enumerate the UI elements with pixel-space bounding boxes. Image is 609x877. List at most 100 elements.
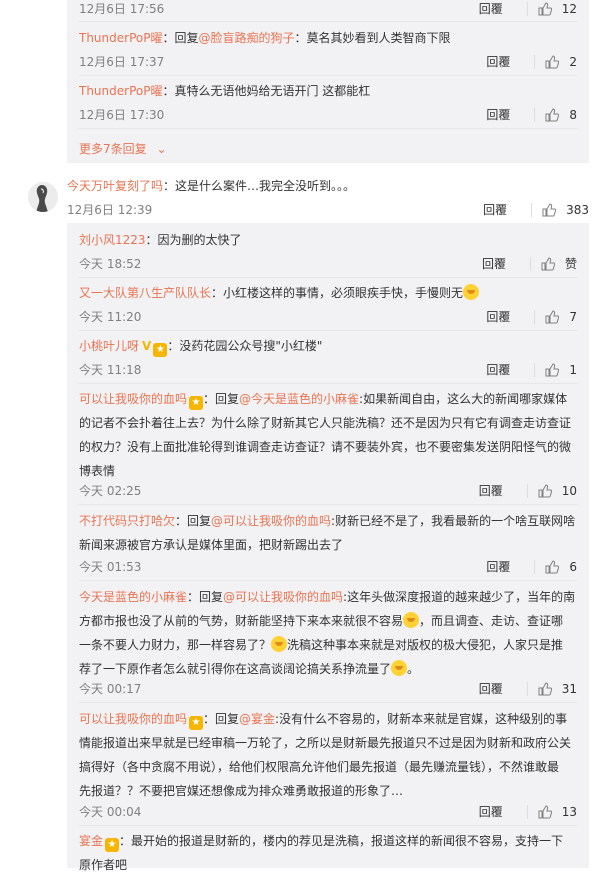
more-replies-link[interactable]: 更多7条回复 ⌄: [79, 140, 577, 157]
reply-button[interactable]: 回覆: [486, 308, 510, 325]
like-button[interactable]: 10: [538, 484, 577, 498]
sub-comment-meta: 12月6日 17:30 回覆 8: [79, 106, 577, 122]
comment-text-line: 搞得好（各中贪腐不用说），给他们权限高允许他们最先报道（最先赚流量钱），不然谁敢…: [79, 760, 560, 774]
like-count: 31: [561, 681, 577, 696]
comment-text-line: 洗稿这种事本来就是对版权的极大侵犯，人家只是推: [287, 638, 564, 652]
user-nickname[interactable]: 今天是蓝色的小麻雀: [79, 590, 187, 604]
divider: [79, 330, 577, 331]
reply-button[interactable]: 回覆: [479, 803, 503, 820]
reply-button[interactable]: 回覆: [486, 106, 510, 123]
like-button[interactable]: 31: [538, 682, 577, 696]
sub-comment-meta: 今天 11:18 回覆 1: [79, 361, 577, 377]
comment-time: 12月6日 17:37: [79, 55, 165, 69]
comment-text-line: 先报道？？不要把官媒还想像成为排众难勇敢报道的形象了…: [79, 784, 404, 798]
sub-comment-meta: 今天 11:20 回覆 7: [79, 308, 577, 324]
comment-time: 今天 18:52: [79, 257, 142, 271]
mention-link[interactable]: @脸盲路痴的狗子: [198, 31, 294, 45]
avatar[interactable]: [28, 182, 58, 212]
comment-time: 今天 02:25: [79, 484, 142, 498]
like-count: 13: [561, 804, 577, 819]
divider: [79, 21, 577, 22]
divider: [534, 559, 536, 574]
user-nickname[interactable]: 可以让我吸你的血吗: [79, 712, 187, 726]
like-button[interactable]: 13: [538, 805, 577, 819]
user-nickname[interactable]: 刘小风1223: [79, 233, 146, 247]
user-nickname[interactable]: 不打代码只打哈欠: [79, 514, 175, 528]
mention-link[interactable]: @今天是蓝色的小麻雀: [239, 392, 359, 406]
user-nickname[interactable]: 今天万叶复刻了吗: [67, 179, 163, 193]
like-button[interactable]: 7: [545, 310, 577, 324]
like-button[interactable]: 1: [545, 363, 577, 377]
reply-prefix: ：回复: [203, 392, 240, 406]
comment-text-line: 博表情: [79, 464, 116, 478]
like-button[interactable]: 8: [545, 108, 577, 122]
more-replies-label[interactable]: 更多7条回复: [79, 142, 147, 156]
divider: [534, 362, 536, 377]
like-button[interactable]: 12: [538, 2, 577, 16]
comment-text-line: 原作者吧: [79, 858, 128, 872]
like-button[interactable]: 6: [545, 560, 577, 574]
divider: [79, 75, 577, 76]
sub-comment: 刘小风1223：因为删的太快了: [79, 229, 577, 251]
reply-button[interactable]: 回覆: [483, 201, 507, 218]
member-badge-icon: ★: [189, 396, 204, 410]
member-badge-icon: ★: [105, 838, 120, 852]
comment-text: ：莫名其妙看到人类智商下限: [294, 31, 451, 45]
user-nickname[interactable]: 小桃叶儿呀: [79, 339, 139, 353]
sub-comment: 可以让我吸你的血吗 ★ ：回复@今天是蓝色的小麻雀:如果新闻自由，这么大的新闻哪家媒…: [79, 387, 577, 483]
reply-button[interactable]: 回覆: [486, 361, 510, 378]
mention-link[interactable]: @可以让我吸你的血吗: [211, 514, 331, 528]
divider: [526, 1, 528, 16]
comment-text: :没有什么不容易的，财新本来就是官媒，这种级别的事: [275, 712, 568, 726]
vip-badge-icon: V: [142, 339, 152, 353]
user-nickname[interactable]: ThunderPoP曜: [79, 31, 162, 45]
main-comment-meta: 12月6日 12:39 回覆 383: [67, 201, 589, 217]
mention-link[interactable]: @可以让我吸你的血吗: [223, 590, 343, 604]
comment-text-line: 的记者不会扑着往上去？为什么除了财新其它人只能洗稿？还不是因为只有它有调查走访查…: [79, 416, 572, 430]
reply-prefix: ：回复: [175, 514, 212, 528]
sub-comment-meta: 今天 02:25 回覆 10: [79, 482, 577, 498]
reply-button[interactable]: 回覆: [479, 0, 503, 17]
like-count: 7: [569, 309, 577, 324]
divider: [534, 309, 536, 324]
thumbs-up-icon: [538, 1, 552, 15]
reply-prefix: ：回复: [162, 31, 199, 45]
like-button[interactable]: 383: [542, 203, 589, 217]
thumbs-up-icon: [541, 256, 555, 270]
comment-text-line: 新闻来源被官方承认是媒体里面，把财新踢出去了: [79, 538, 344, 552]
comment-text-line: ，而且调查、走访、查证哪: [419, 614, 564, 628]
comment-time: 今天 11:18: [79, 363, 142, 377]
reply-button[interactable]: 回覆: [479, 482, 503, 499]
sub-comment-meta: 今天 00:04 回覆 13: [79, 803, 577, 819]
thumbs-up-icon: [538, 483, 552, 497]
sub-comment-meta: 今天 18:52 回覆 赞: [79, 255, 577, 271]
comment-text: ：最开始的报道是财新的，楼内的荐见是洗稿，报道这样的新闻很不容易，支持一下: [119, 834, 564, 848]
emoji-icon: [391, 660, 408, 676]
thumbs-up-icon: [542, 202, 557, 216]
sub-comment-meta: 12月6日 17:37 回覆 2: [79, 53, 577, 69]
reply-button[interactable]: 回覆: [486, 53, 510, 70]
reply-prefix: ：回复: [203, 712, 240, 726]
like-button[interactable]: 赞: [541, 255, 577, 272]
avatar-image: [28, 182, 58, 212]
comment-time: 12月6日 17:30: [79, 108, 165, 122]
divider: [79, 825, 577, 826]
reply-button[interactable]: 回覆: [479, 680, 503, 697]
divider: [526, 681, 528, 696]
thumbs-up-icon: [538, 804, 552, 818]
user-nickname[interactable]: 可以让我吸你的血吗: [79, 392, 187, 406]
user-nickname[interactable]: 又一大队第八生产队队长: [79, 286, 211, 300]
comment-text-line: 情能报道出来早就是已经审稿一万轮了，之所以是财新最先报道只不过是因为财新和政府公…: [79, 736, 572, 750]
user-nickname[interactable]: 宴金: [79, 834, 103, 848]
sub-comment-meta: 今天 01:53 回覆 6: [79, 558, 577, 574]
reply-button[interactable]: 回覆: [482, 255, 506, 272]
sub-comment: 小桃叶儿呀 V ★ ：没药花园公众号搜"小红楼": [79, 335, 577, 357]
divider: [531, 202, 533, 217]
divider: [529, 256, 531, 271]
reply-button[interactable]: 回覆: [486, 558, 510, 575]
mention-link[interactable]: @宴金: [239, 712, 275, 726]
like-count: 383: [566, 202, 589, 217]
user-nickname[interactable]: ThunderPoP曜: [79, 84, 162, 98]
like-button[interactable]: 2: [545, 55, 577, 69]
comment-text: :这年头做深度报道的越来越少了，当年的南: [343, 590, 576, 604]
